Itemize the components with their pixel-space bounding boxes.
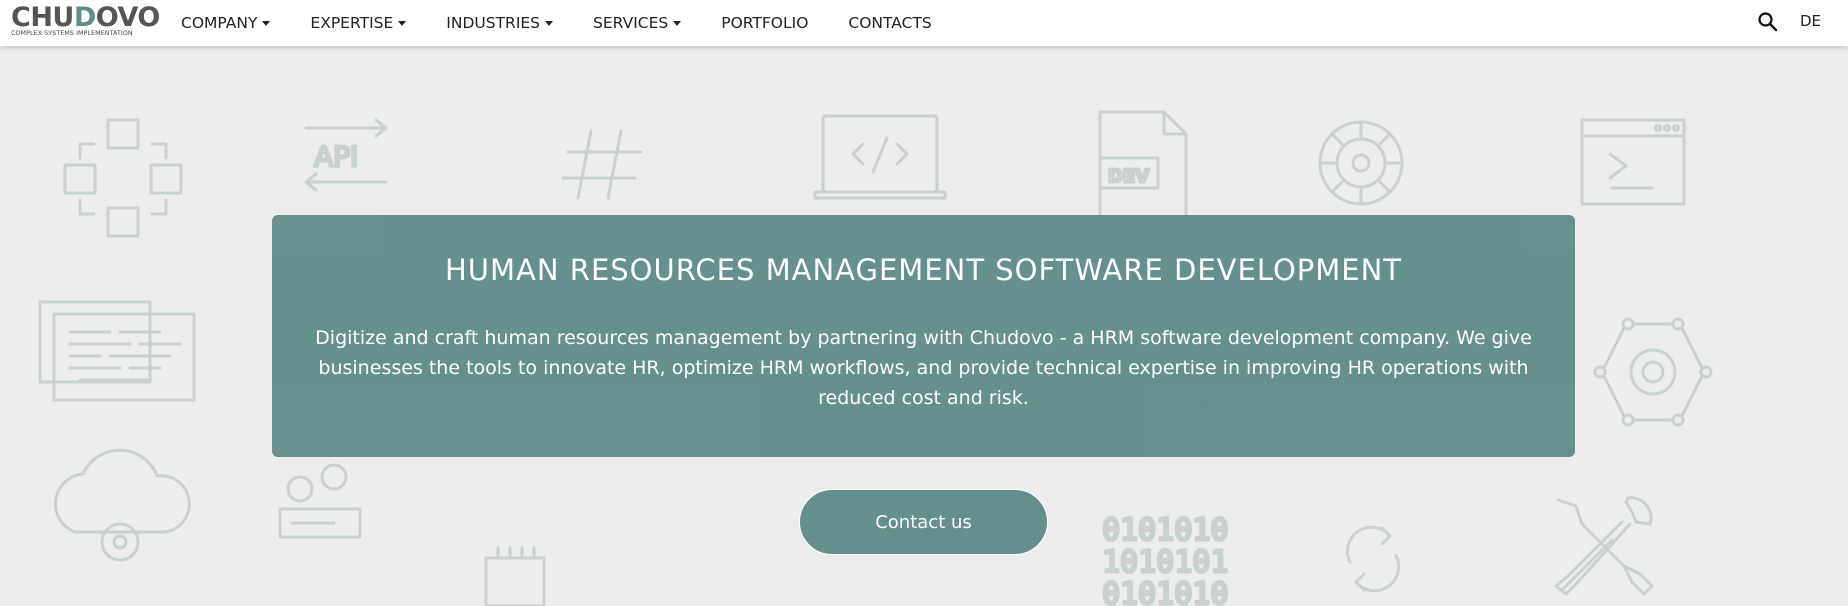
hero-panel: HUMAN RESOURCES MANAGEMENT SOFTWARE DEVE… (272, 215, 1575, 457)
nav-item-contacts[interactable]: CONTACTS (848, 14, 931, 32)
dev-file-icon: DEV (1098, 110, 1188, 220)
svg-text:DEV: DEV (1108, 166, 1149, 187)
search-icon[interactable] (1757, 11, 1779, 33)
cloud-gear-icon (54, 448, 191, 562)
language-switch[interactable]: DE (1800, 12, 1821, 30)
caret-down-icon (673, 20, 682, 26)
svg-text:API: API (314, 140, 358, 173)
terminal-window-icon (1580, 118, 1686, 206)
tools-icon (1554, 496, 1654, 596)
api-icon: API (304, 118, 388, 192)
logo-tagline: COMPLEX SYSTEMS IMPLEMENTATION (11, 30, 133, 37)
nav-item-services[interactable]: SERVICES (593, 14, 682, 32)
code-documents-icon (38, 300, 196, 402)
gears-panel-icon (278, 463, 362, 539)
contact-us-button[interactable]: Contact us (799, 489, 1048, 555)
caret-down-icon (398, 20, 407, 26)
svg-text:0101010: 0101010 (1102, 577, 1228, 606)
svg-text:1010101: 1010101 (1102, 545, 1228, 580)
nav-item-industries[interactable]: INDUSTRIES (446, 14, 554, 32)
site-header: CHUDOVO COMPLEX SYSTEMS IMPLEMENTATION C… (0, 0, 1848, 46)
binary-code-icon: 0101010 1010101 0101010 (1101, 512, 1230, 606)
hash-icon (561, 129, 643, 200)
page-title: HUMAN RESOURCES MANAGEMENT SOFTWARE DEVE… (444, 253, 1403, 287)
logo-wordmark: CHUDOVO (11, 2, 160, 33)
network-gear-icon (1593, 317, 1713, 427)
hero-description: Digitize and craft human resources manag… (315, 327, 1532, 409)
gear-circle-icon (1318, 120, 1404, 206)
refresh-icon (1345, 525, 1401, 593)
caret-down-icon (262, 20, 271, 26)
svg-text:0101010: 0101010 (1102, 513, 1228, 548)
nav-item-company[interactable]: COMPANY (181, 14, 271, 32)
caret-down-icon (545, 20, 554, 26)
laptop-code-icon (813, 114, 947, 200)
microchip-icon (484, 546, 546, 606)
main-nav: COMPANY EXPERTISE INDUSTRIES SERVICES PO… (181, 0, 972, 46)
nav-item-portfolio[interactable]: PORTFOLIO (721, 14, 808, 32)
logo[interactable]: CHUDOVO COMPLEX SYSTEMS IMPLEMENTATION (11, 3, 160, 39)
process-cycle-icon (63, 118, 183, 238)
nav-item-expertise[interactable]: EXPERTISE (310, 14, 407, 32)
